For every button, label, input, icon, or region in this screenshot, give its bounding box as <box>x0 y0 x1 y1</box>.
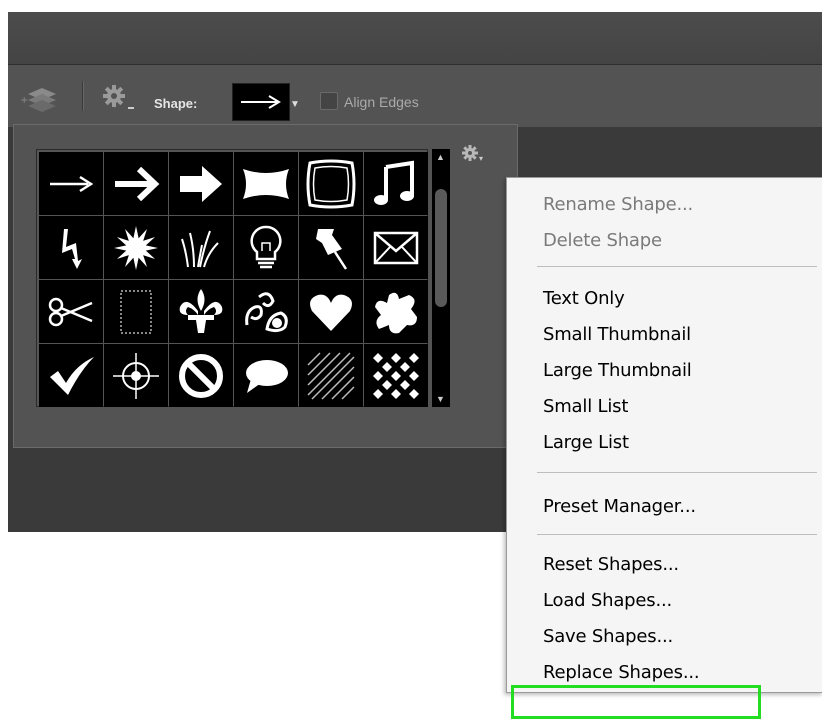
path-arrange-icon[interactable]: + <box>18 85 66 118</box>
shape-arrow-bold[interactable] <box>169 152 233 215</box>
toolbar-divider <box>82 81 84 111</box>
shape-ornament[interactable] <box>234 280 298 343</box>
menu-item-load-shapes[interactable]: Load Shapes... <box>543 590 672 611</box>
shape-frame[interactable] <box>299 152 363 215</box>
options-bar: + Shape: ▼ Align Edges <box>8 64 822 127</box>
scroll-up-icon[interactable]: ▲ <box>436 152 445 162</box>
picker-context-menu: Rename Shape... Delete Shape Text Only S… <box>506 177 822 719</box>
shape-checkmark[interactable] <box>39 344 103 407</box>
menu-item-text-only[interactable]: Text Only <box>543 288 625 309</box>
shape-banner[interactable] <box>234 152 298 215</box>
shape-picker-button[interactable] <box>232 83 290 121</box>
menu-divider <box>537 266 817 267</box>
shape-puzzle-blob[interactable] <box>364 280 428 343</box>
scrollbar-thumb[interactable] <box>435 189 447 307</box>
align-edges-checkbox[interactable] <box>320 92 338 110</box>
shape-hatch-pattern[interactable] <box>299 344 363 407</box>
shape-picker-panel: ▲ ▼ ▾ <box>13 124 518 448</box>
shape-scissors[interactable] <box>39 280 103 343</box>
menu-item-rename-shape: Rename Shape... <box>543 194 694 215</box>
shape-grid-scrollbar[interactable]: ▲ ▼ <box>432 149 450 407</box>
shape-arrow-thin[interactable] <box>39 152 103 215</box>
align-edges-label: Align Edges <box>344 94 419 110</box>
shape-diamond-pattern[interactable] <box>364 344 428 407</box>
picker-gear-icon[interactable]: ▾ <box>458 141 488 172</box>
shape-grid <box>36 149 428 407</box>
shape-label: Shape: <box>154 96 198 111</box>
shape-no-sign[interactable] <box>169 344 233 407</box>
shape-grass[interactable] <box>169 216 233 279</box>
menu-divider <box>537 472 817 473</box>
menu-item-large-thumbnail[interactable]: Large Thumbnail <box>543 360 692 381</box>
shape-heart[interactable] <box>299 280 363 343</box>
scroll-down-icon[interactable]: ▼ <box>436 394 445 404</box>
menu-item-large-list[interactable]: Large List <box>543 432 629 453</box>
menu-item-delete-shape: Delete Shape <box>543 230 662 251</box>
shape-arrow-medium[interactable] <box>104 152 168 215</box>
shape-envelope[interactable] <box>364 216 428 279</box>
shape-push-pin[interactable] <box>299 216 363 279</box>
menu-item-preset-manager[interactable]: Preset Manager... <box>543 496 696 517</box>
menu-item-reset-shapes[interactable]: Reset Shapes... <box>543 554 679 575</box>
shape-fleur-de-lis[interactable] <box>169 280 233 343</box>
shape-target[interactable] <box>104 344 168 407</box>
shape-speech-bubble[interactable] <box>234 344 298 407</box>
menu-item-small-thumbnail[interactable]: Small Thumbnail <box>543 324 691 345</box>
menu-divider <box>537 534 817 535</box>
menu-item-replace-shapes[interactable]: Replace Shapes... <box>543 662 700 683</box>
chevron-down-icon[interactable]: ▼ <box>290 99 300 110</box>
svg-text:+: + <box>20 95 28 106</box>
replace-shapes-highlight <box>511 685 761 719</box>
menu-item-small-list[interactable]: Small List <box>543 396 628 417</box>
shape-music-note[interactable] <box>364 152 428 215</box>
shape-light-bulb[interactable] <box>234 216 298 279</box>
shape-lightning[interactable] <box>39 216 103 279</box>
shape-starburst[interactable] <box>104 216 168 279</box>
arrow-shape-icon <box>241 95 281 109</box>
gear-icon[interactable] <box>98 81 138 120</box>
shape-stamp-frame[interactable] <box>104 280 168 343</box>
menu-item-save-shapes[interactable]: Save Shapes... <box>543 626 673 647</box>
svg-text:▾: ▾ <box>479 154 483 163</box>
title-area <box>8 12 822 64</box>
